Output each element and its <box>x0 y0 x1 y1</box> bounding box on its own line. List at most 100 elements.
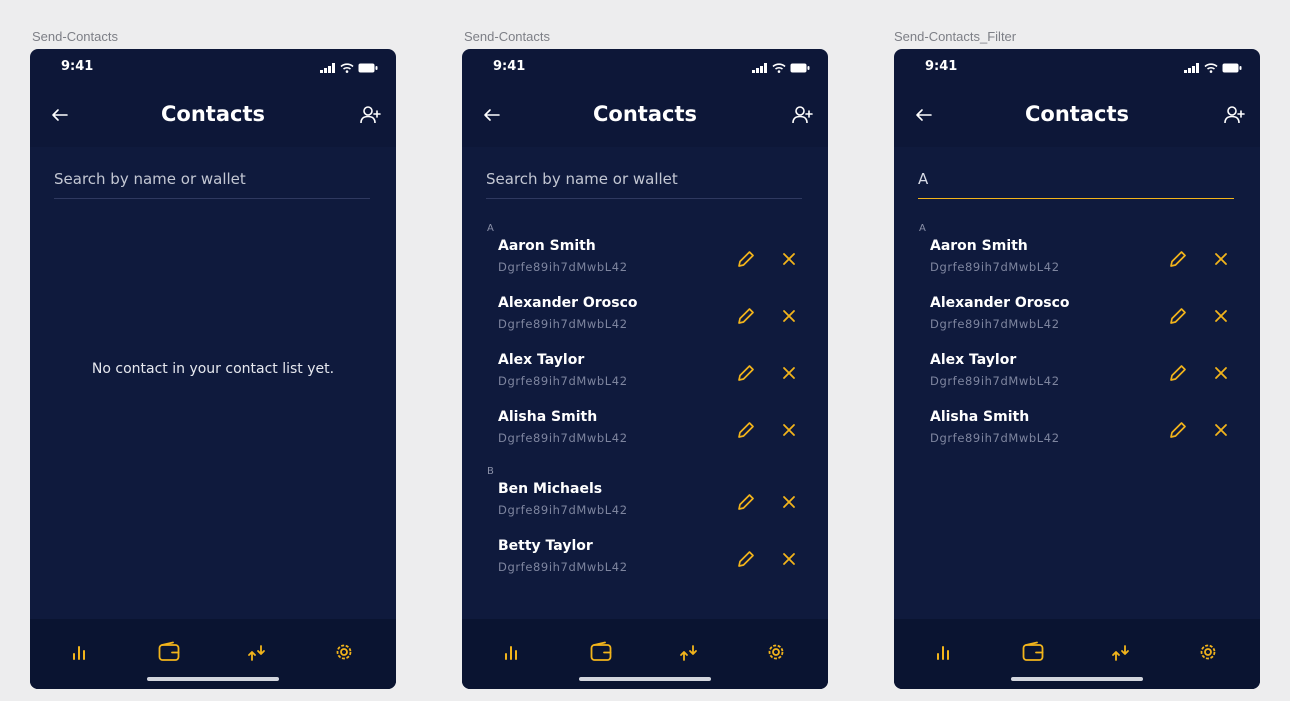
bar-chart-icon[interactable] <box>932 639 958 665</box>
contact-row[interactable]: Alex Taylor Dgrfe89ih7dMwbL42 <box>894 350 1260 407</box>
frame-label: Send-Contacts <box>32 29 118 44</box>
page-title: Contacts <box>1025 102 1129 126</box>
contact-list: A Aaron Smith Dgrfe89ih7dMwbL42 Alexande… <box>894 221 1260 464</box>
wallet-icon[interactable] <box>588 639 614 665</box>
contact-name: Aaron Smith <box>930 238 1028 254</box>
contact-row[interactable]: Alisha Smith Dgrfe89ih7dMwbL42 <box>894 407 1260 464</box>
contact-name: Ben Michaels <box>498 481 603 497</box>
transfer-arrows-icon[interactable] <box>676 639 702 665</box>
wifi-icon <box>340 63 354 73</box>
close-icon[interactable] <box>1212 250 1230 268</box>
signal-icon <box>752 63 767 73</box>
home-indicator <box>579 677 711 681</box>
pencil-icon[interactable] <box>1167 362 1189 384</box>
status-icons <box>320 63 378 73</box>
close-icon[interactable] <box>780 421 798 439</box>
search-input[interactable] <box>54 167 370 199</box>
contact-wallet: Dgrfe89ih7dMwbL42 <box>930 260 1060 274</box>
contact-name: Aaron Smith <box>498 238 596 254</box>
close-icon[interactable] <box>780 307 798 325</box>
search-input[interactable] <box>486 167 802 199</box>
pencil-icon[interactable] <box>1167 419 1189 441</box>
search-input[interactable] <box>918 167 1234 199</box>
status-icons <box>1184 63 1242 73</box>
pencil-icon[interactable] <box>735 419 757 441</box>
close-icon[interactable] <box>780 493 798 511</box>
content-area: No contact in your contact list yet. <box>30 147 396 619</box>
wallet-icon[interactable] <box>156 639 182 665</box>
close-icon[interactable] <box>1212 307 1230 325</box>
frame-label: Send-Contacts <box>464 29 550 44</box>
transfer-arrows-icon[interactable] <box>244 639 270 665</box>
status-bar: 9:41 <box>894 49 1260 89</box>
status-time: 9:41 <box>61 59 94 74</box>
contact-wallet: Dgrfe89ih7dMwbL42 <box>498 317 628 331</box>
header: Contacts <box>894 89 1260 147</box>
contact-row[interactable]: Aaron Smith Dgrfe89ih7dMwbL42 <box>894 236 1260 293</box>
battery-icon <box>358 63 378 73</box>
contact-row[interactable]: Alexander Orosco Dgrfe89ih7dMwbL42 <box>462 293 828 350</box>
phone-screen-empty: 9:41 Contacts No contact in your contact… <box>30 49 396 689</box>
contact-wallet: Dgrfe89ih7dMwbL42 <box>498 260 628 274</box>
status-time: 9:41 <box>925 59 958 74</box>
phone-screen-filter: 9:41 Contacts A Aaron Smith Dgrfe89ih7dM… <box>894 49 1260 689</box>
header: Contacts <box>30 89 396 147</box>
pencil-icon[interactable] <box>1167 305 1189 327</box>
contact-row[interactable]: Aaron Smith Dgrfe89ih7dMwbL42 <box>462 236 828 293</box>
home-indicator <box>147 677 279 681</box>
signal-icon <box>1184 63 1199 73</box>
tab-bar <box>30 619 396 689</box>
contact-row[interactable]: Alex Taylor Dgrfe89ih7dMwbL42 <box>462 350 828 407</box>
pencil-icon[interactable] <box>735 491 757 513</box>
contact-name: Alisha Smith <box>930 409 1030 425</box>
bar-chart-icon[interactable] <box>68 639 94 665</box>
pencil-icon[interactable] <box>735 305 757 327</box>
status-time: 9:41 <box>493 59 526 74</box>
bar-chart-icon[interactable] <box>500 639 526 665</box>
contact-wallet: Dgrfe89ih7dMwbL42 <box>930 317 1060 331</box>
contact-wallet: Dgrfe89ih7dMwbL42 <box>498 374 628 388</box>
phone-screen-list: 9:41 Contacts A Aaron Smith Dgrfe89ih7dM… <box>462 49 828 689</box>
status-icons <box>752 63 810 73</box>
section-letter: B <box>487 466 494 477</box>
gear-icon[interactable] <box>763 639 789 665</box>
gear-icon[interactable] <box>1195 639 1221 665</box>
user-plus-icon[interactable] <box>1222 103 1246 127</box>
signal-icon <box>320 63 335 73</box>
contact-wallet: Dgrfe89ih7dMwbL42 <box>498 503 628 517</box>
section-letter: A <box>487 223 494 234</box>
pencil-icon[interactable] <box>735 548 757 570</box>
battery-icon <box>1222 63 1242 73</box>
close-icon[interactable] <box>780 550 798 568</box>
contact-wallet: Dgrfe89ih7dMwbL42 <box>930 431 1060 445</box>
section-letter: A <box>919 223 926 234</box>
transfer-arrows-icon[interactable] <box>1108 639 1134 665</box>
contact-row[interactable]: Alexander Orosco Dgrfe89ih7dMwbL42 <box>894 293 1260 350</box>
contact-row[interactable]: Betty Taylor Dgrfe89ih7dMwbL42 <box>462 536 828 593</box>
close-icon[interactable] <box>780 364 798 382</box>
user-plus-icon[interactable] <box>358 103 382 127</box>
contact-row[interactable]: Alisha Smith Dgrfe89ih7dMwbL42 <box>462 407 828 464</box>
header: Contacts <box>462 89 828 147</box>
pencil-icon[interactable] <box>1167 248 1189 270</box>
page-title: Contacts <box>161 102 265 126</box>
frame-label: Send-Contacts_Filter <box>894 29 1017 44</box>
tab-bar <box>894 619 1260 689</box>
status-bar: 9:41 <box>462 49 828 89</box>
close-icon[interactable] <box>1212 421 1230 439</box>
wallet-icon[interactable] <box>1020 639 1046 665</box>
contact-list: A Aaron Smith Dgrfe89ih7dMwbL42 Alexande… <box>462 221 828 593</box>
pencil-icon[interactable] <box>735 362 757 384</box>
close-icon[interactable] <box>1212 364 1230 382</box>
pencil-icon[interactable] <box>735 248 757 270</box>
status-bar: 9:41 <box>30 49 396 89</box>
contact-wallet: Dgrfe89ih7dMwbL42 <box>930 374 1060 388</box>
contact-name: Alexander Orosco <box>930 295 1070 311</box>
contact-name: Alex Taylor <box>498 352 585 368</box>
gear-icon[interactable] <box>331 639 357 665</box>
contact-row[interactable]: Ben Michaels Dgrfe89ih7dMwbL42 <box>462 479 828 536</box>
contact-wallet: Dgrfe89ih7dMwbL42 <box>498 560 628 574</box>
content-area: A Aaron Smith Dgrfe89ih7dMwbL42 Alexande… <box>894 147 1260 619</box>
close-icon[interactable] <box>780 250 798 268</box>
user-plus-icon[interactable] <box>790 103 814 127</box>
